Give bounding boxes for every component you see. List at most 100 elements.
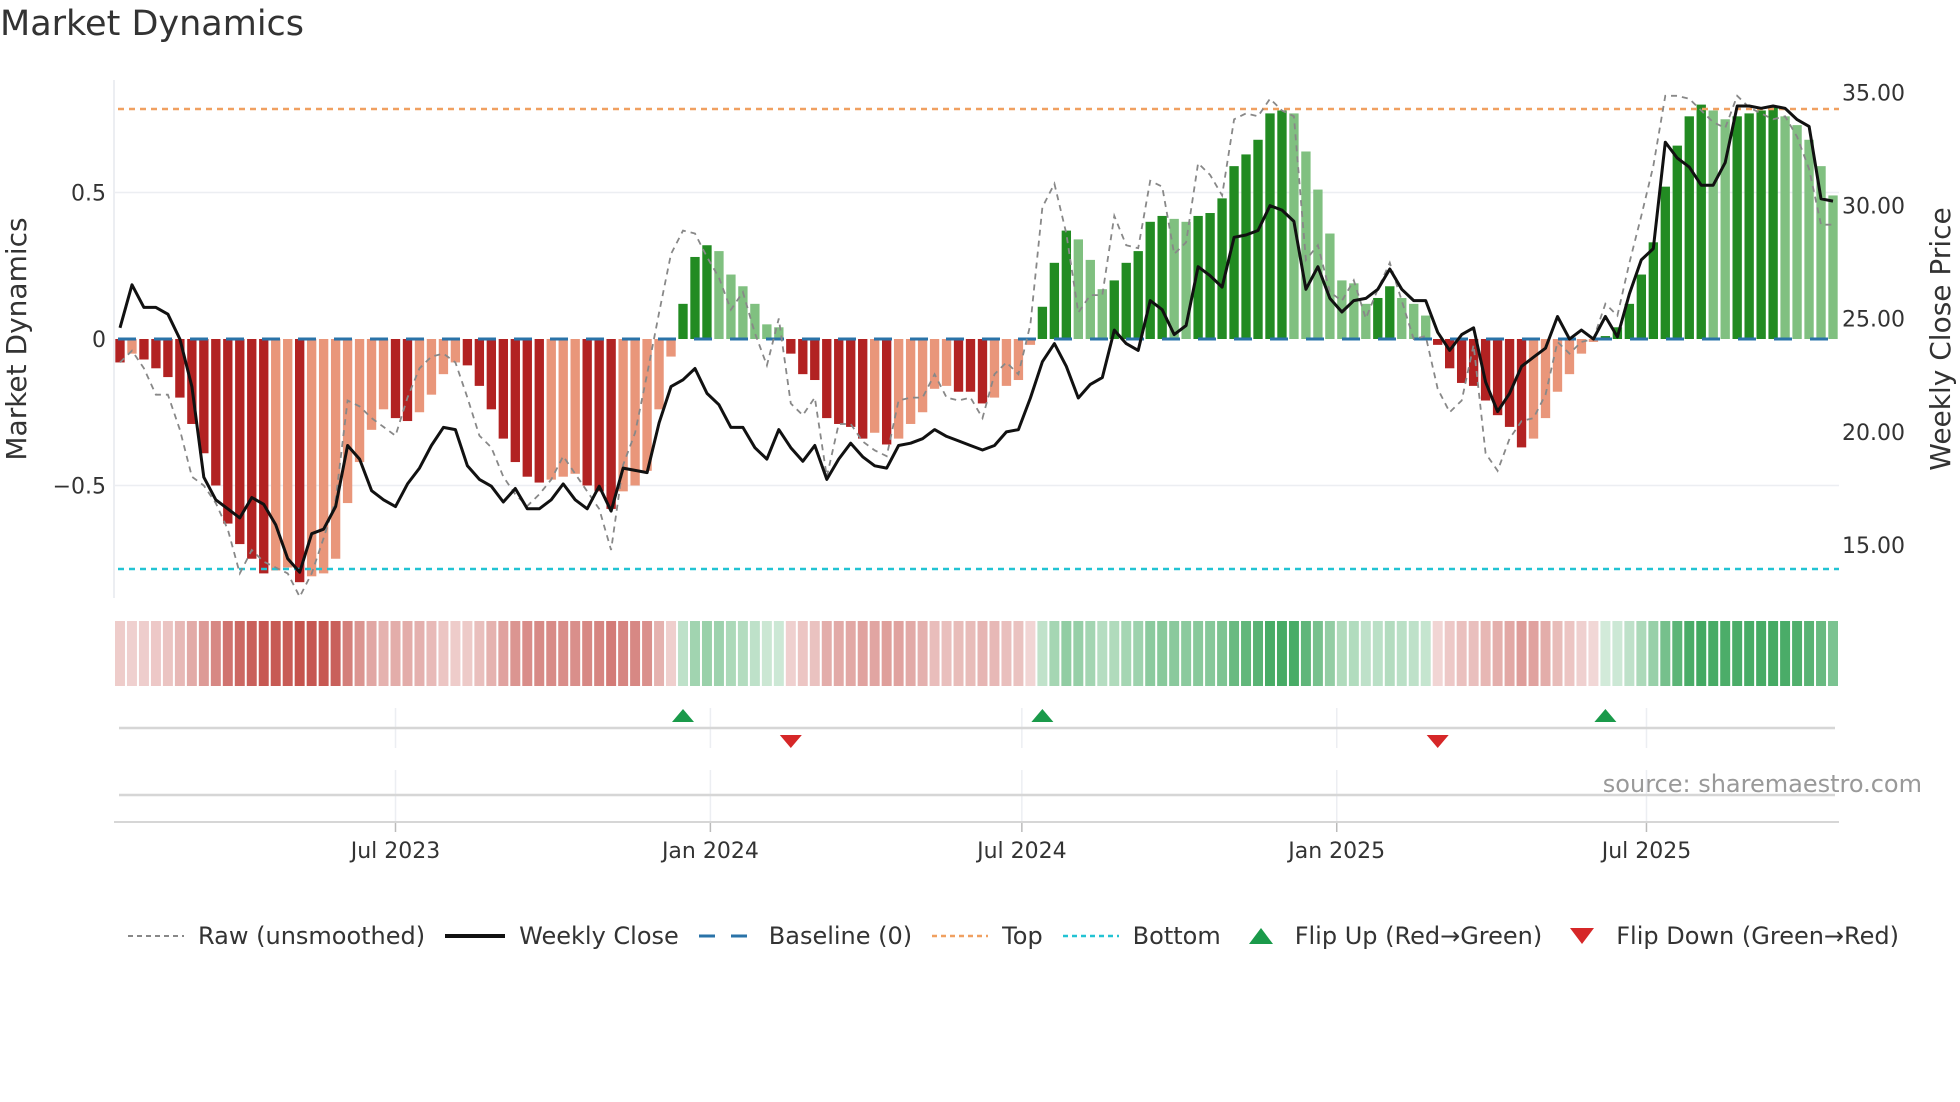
- regime-cell: [546, 621, 557, 686]
- chart-title: Market Dynamics: [0, 4, 305, 44]
- regime-cell: [234, 621, 245, 686]
- md-bar: [666, 339, 676, 357]
- regime-cell: [1013, 621, 1024, 686]
- source-label: source: sharemaestro.com: [1602, 770, 1922, 798]
- regime-cell: [1348, 621, 1359, 686]
- y-tick-label: −0.5: [53, 474, 106, 499]
- y2-axis-title: Weekly Close Price: [1924, 207, 1957, 470]
- md-bar: [522, 339, 532, 477]
- md-bar: [450, 339, 461, 363]
- md-bar: [786, 339, 796, 354]
- regime-strip: [115, 621, 1838, 686]
- regime-cell: [737, 621, 748, 686]
- md-bar: [354, 339, 365, 463]
- regime-cell: [1025, 621, 1036, 686]
- regime-cell: [1049, 621, 1060, 686]
- md-bar: [929, 339, 940, 389]
- y2-tick-label: 35.00: [1842, 81, 1905, 106]
- regime-cell: [725, 621, 736, 686]
- md-bar: [822, 339, 832, 419]
- regime-cell: [246, 621, 257, 686]
- md-bar: [989, 339, 1000, 398]
- legend-flip-down: Flip Down (Green→Red): [1562, 922, 1899, 950]
- regime-cell: [1265, 621, 1275, 686]
- regime-cell: [773, 621, 784, 686]
- regime-cell: [1360, 621, 1371, 686]
- md-bar: [606, 339, 616, 509]
- md-bar: [870, 339, 880, 433]
- md-bar: [678, 303, 688, 339]
- regime-cell: [474, 621, 485, 686]
- regime-cell: [198, 621, 209, 686]
- regime-cell: [1504, 621, 1515, 686]
- regime-cell: [1001, 621, 1012, 686]
- regime-cell: [1336, 621, 1347, 686]
- regime-cell: [318, 621, 329, 686]
- regime-cell: [306, 621, 317, 686]
- md-bar: [1121, 262, 1131, 339]
- md-bar: [582, 339, 592, 486]
- raw-series-line: [119, 94, 1833, 599]
- md-bar: [1277, 110, 1287, 340]
- regime-cell: [138, 621, 149, 686]
- md-bar: [762, 324, 772, 339]
- x-tick-label: Jan 2025: [1286, 839, 1385, 864]
- md-bar: [1648, 242, 1658, 339]
- y-tick-label: 0: [92, 328, 106, 353]
- regime-cell: [893, 621, 904, 686]
- regime-cell: [510, 621, 521, 686]
- regime-cell: [1432, 621, 1443, 686]
- regime-cell: [1732, 621, 1743, 686]
- regime-cell: [498, 621, 509, 686]
- regime-cell: [1229, 621, 1240, 686]
- regime-cell: [222, 621, 233, 686]
- regime-cell: [486, 621, 497, 686]
- regime-cell: [666, 621, 677, 686]
- md-bar: [1133, 251, 1143, 339]
- md-bar: [139, 339, 149, 360]
- legend: Raw (unsmoothed) Weekly Close Baseline (…: [128, 922, 1919, 950]
- regime-cell: [1684, 621, 1695, 686]
- regime-cell: [1636, 621, 1647, 686]
- regime-cell: [1792, 621, 1803, 686]
- md-bar: [1373, 297, 1383, 339]
- regime-cell: [749, 621, 760, 686]
- regime-cell: [1253, 621, 1263, 686]
- md-bar: [498, 339, 508, 439]
- regime-cell: [1624, 621, 1635, 686]
- md-bar: [1828, 195, 1838, 339]
- bottom-line-swatch: [1062, 934, 1119, 938]
- md-bar: [810, 339, 820, 381]
- md-bar: [726, 274, 736, 339]
- md-bar: [211, 339, 221, 486]
- md-bar: [1061, 230, 1072, 339]
- md-bar: [702, 245, 712, 339]
- md-bar: [1253, 139, 1263, 339]
- top-line-swatch: [932, 934, 989, 938]
- regime-cell: [1576, 621, 1587, 686]
- md-bar: [953, 339, 964, 392]
- regime-cell: [1612, 621, 1623, 686]
- regime-cell: [917, 621, 928, 686]
- md-bar: [1265, 113, 1275, 339]
- legend-baseline: Baseline (0): [698, 922, 912, 950]
- regime-cell: [1276, 621, 1287, 686]
- md-bar: [1409, 303, 1419, 339]
- md-bar: [1097, 289, 1107, 339]
- regime-cell: [797, 621, 808, 686]
- md-bar: [546, 339, 556, 480]
- legend-raw: Raw (unsmoothed): [128, 922, 425, 950]
- regime-cell: [1241, 621, 1252, 686]
- md-bar: [594, 339, 604, 492]
- md-bar: [1361, 303, 1371, 339]
- regime-cell: [366, 621, 377, 686]
- md-bar: [366, 339, 377, 430]
- md-bar: [295, 339, 305, 583]
- regime-cell: [1756, 621, 1767, 686]
- x-tick-label: Jul 2024: [975, 839, 1067, 864]
- regime-cell: [1384, 621, 1395, 686]
- regime-cell: [1037, 621, 1048, 686]
- regime-cell: [558, 621, 569, 686]
- regime-cell: [258, 621, 269, 686]
- md-bar: [1696, 104, 1706, 339]
